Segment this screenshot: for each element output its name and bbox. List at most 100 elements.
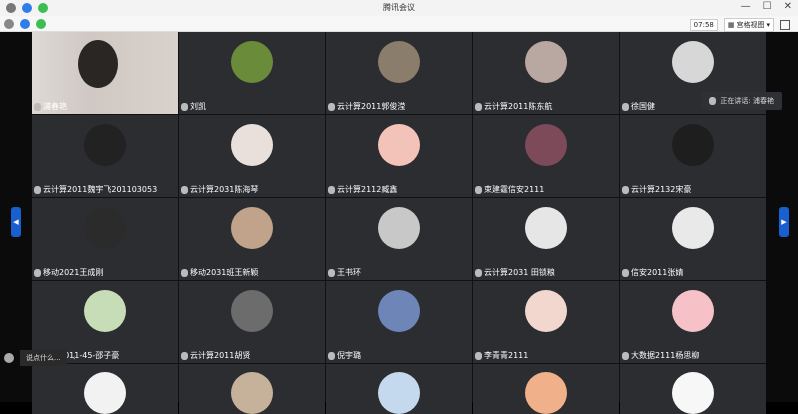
participant-tile[interactable]: 云计算2132宋豪 xyxy=(620,115,766,197)
participant-label: 云计算2112臧鑫 xyxy=(328,184,397,195)
participant-label: 移动2031班王新颖 xyxy=(181,267,258,278)
participant-name: 云计算2011魏宇飞201103053 xyxy=(43,185,158,194)
participant-tile[interactable]: 云计算2031 田锁粮 xyxy=(473,198,619,280)
participant-label: 云计算2132宋豪 xyxy=(622,184,691,195)
participant-label: 云计算2011魏宇飞201103053 xyxy=(34,184,157,195)
participant-label: 李青青2111 xyxy=(475,350,528,361)
participant-label: 束建霆信安2111 xyxy=(475,184,544,195)
chevron-down-icon: ▾ xyxy=(766,21,770,29)
participant-tile[interactable] xyxy=(473,364,619,414)
mic-muted-icon xyxy=(475,268,482,277)
speaking-indicator: 正在讲话: 浦春艳 xyxy=(701,92,782,110)
participant-label: 云计算2031 田锁粮 xyxy=(475,267,555,278)
view-selector[interactable]: ▦ 宫格视图 ▾ xyxy=(723,18,774,32)
participant-name: 浦春艳 xyxy=(43,102,67,111)
participant-label: 云计算2011郭俊滢 xyxy=(328,101,405,112)
mic-muted-icon xyxy=(328,268,335,277)
window-title: 腾讯会议 xyxy=(383,3,415,12)
participant-label: 大数据2111杨思柳 xyxy=(622,350,699,361)
participant-tile[interactable]: 倪宇璐 xyxy=(326,281,472,363)
speaking-label: 正在讲话: 浦春艳 xyxy=(720,97,774,105)
participant-tile[interactable] xyxy=(32,364,178,414)
chat-icon xyxy=(4,353,14,363)
participant-grid: 浦春艳 刘凯 云计算2011郭俊滢 云计算2011陈东航 徐国健云计算2011魏宇飞20… xyxy=(32,32,766,414)
security-icon[interactable] xyxy=(20,19,30,29)
participant-tile[interactable]: 云计算2031陈海琴 xyxy=(179,115,325,197)
mic-muted-icon xyxy=(475,185,482,194)
participant-label: 王书环 xyxy=(328,267,361,278)
view-label: 宫格视图 xyxy=(736,21,765,29)
participant-tile[interactable]: 刘凯 xyxy=(179,32,325,114)
participant-tile[interactable] xyxy=(179,364,325,414)
next-page-button[interactable]: ▶ xyxy=(779,207,789,237)
participant-avatar xyxy=(378,40,420,83)
maximize-icon[interactable]: ☐ xyxy=(763,1,772,12)
participant-avatar xyxy=(231,40,273,83)
participant-label: 移动2021王成刚 xyxy=(34,267,103,278)
participant-name: 倪宇璐 xyxy=(337,351,361,360)
participant-avatar xyxy=(84,206,126,249)
participant-name: 王书环 xyxy=(337,268,361,277)
participant-tile[interactable]: 移动2021王成刚 xyxy=(32,198,178,280)
participant-tile[interactable]: 信安2011张婧 xyxy=(620,198,766,280)
participant-avatar xyxy=(525,206,567,249)
participant-label: 刘凯 xyxy=(181,101,206,112)
participant-label: 浦春艳 xyxy=(34,101,67,112)
mic-muted-icon xyxy=(34,268,41,277)
participant-tile[interactable]: 云计算2011魏宇飞201103053 xyxy=(32,115,178,197)
chevron-left-icon[interactable]: ‹ xyxy=(73,354,76,362)
mic-muted-icon xyxy=(475,351,482,360)
participant-tile[interactable]: 移动2031班王新颖 xyxy=(179,198,325,280)
participant-tile[interactable]: 云计算2011陈东航 xyxy=(473,32,619,114)
participant-tile[interactable]: 云计算2011郭俊滢 xyxy=(326,32,472,114)
window-controls: — ☐ ✕ xyxy=(741,1,792,12)
prev-page-button[interactable]: ◀ xyxy=(11,207,21,237)
chat-input[interactable]: 说点什么... xyxy=(20,350,67,366)
participant-label: 倪宇璐 xyxy=(328,350,361,361)
participant-name: 束建霆信安2111 xyxy=(484,185,545,194)
participant-tile[interactable]: 浦春艳 xyxy=(32,32,178,114)
mic-muted-icon xyxy=(475,102,482,111)
participant-tile[interactable]: 大数据2111杨思柳 xyxy=(620,281,766,363)
participant-label: 云计算2011陈东航 xyxy=(475,101,552,112)
speaker-face xyxy=(78,40,118,88)
mic-muted-icon xyxy=(34,185,41,194)
participant-tile[interactable]: 云计算2112臧鑫 xyxy=(326,115,472,197)
participant-name: 云计算2031陈海琴 xyxy=(190,185,259,194)
meeting-timer: 07:58 xyxy=(689,19,718,31)
mic-muted-icon xyxy=(181,268,188,277)
mic-muted-icon xyxy=(622,268,629,277)
participant-avatar xyxy=(672,123,714,166)
participant-label: 云计算2011胡贤 xyxy=(181,350,250,361)
participant-avatar xyxy=(672,372,714,414)
chat-bar[interactable]: 说点什么... ‹ xyxy=(0,350,76,366)
participant-tile[interactable] xyxy=(326,364,472,414)
mic-muted-icon xyxy=(181,185,188,194)
participant-label: 徐国健 xyxy=(622,101,655,112)
mic-muted-icon xyxy=(622,351,629,360)
participant-tile[interactable]: 李青青2111 xyxy=(473,281,619,363)
mic-muted-icon xyxy=(328,351,335,360)
participant-avatar xyxy=(84,289,126,332)
minimize-icon[interactable]: — xyxy=(741,1,751,12)
meeting-info-icon[interactable] xyxy=(4,19,14,29)
participant-tile[interactable]: 束建霆信安2111 xyxy=(473,115,619,197)
participant-name: 大数据2111杨思柳 xyxy=(631,351,700,360)
mic-muted-icon xyxy=(328,102,335,111)
participant-avatar xyxy=(525,40,567,83)
close-icon[interactable]: ✕ xyxy=(784,1,792,12)
participant-avatar xyxy=(378,123,420,166)
participant-name: 云计算2112臧鑫 xyxy=(337,185,398,194)
mic-muted-icon xyxy=(181,102,188,111)
participant-tile[interactable]: 王书环 xyxy=(326,198,472,280)
fullscreen-icon[interactable] xyxy=(780,20,790,30)
participant-avatar xyxy=(378,372,420,414)
participant-avatar xyxy=(525,123,567,166)
participant-tile[interactable] xyxy=(620,364,766,414)
network-icon[interactable] xyxy=(36,19,46,29)
participant-avatar xyxy=(231,206,273,249)
participant-name: 李青青2111 xyxy=(484,351,529,360)
participant-tile[interactable]: 云计算2011胡贤 xyxy=(179,281,325,363)
participant-avatar xyxy=(231,372,273,414)
participant-label: 云计算2031陈海琴 xyxy=(181,184,258,195)
